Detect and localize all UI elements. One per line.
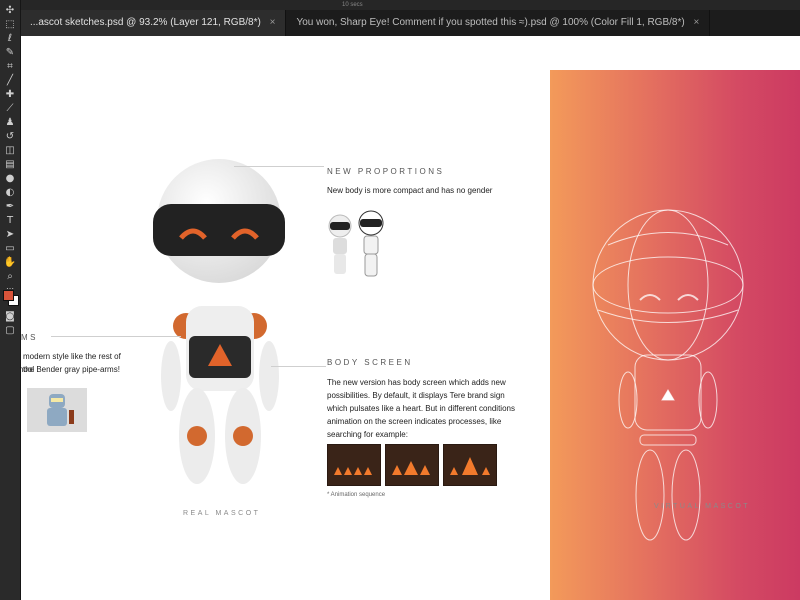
arms-text-line-2: hool Bender gray pipe-arms!: [21, 365, 120, 374]
tools-panel: ✣ ⬚ ℓ ✎ ⌗ ╱ ✚ ⟋ ♟ ↺ ◫ ▤ ● ◐ ✒ T ➤ ▭ ✋ ⌕ …: [0, 0, 21, 600]
gradient-icon[interactable]: ▤: [2, 158, 18, 171]
foreground-color-swatch[interactable]: [3, 290, 14, 301]
tab-mascot-sketches[interactable]: ...ascot sketches.psd @ 93.2% (Layer 121…: [20, 10, 287, 36]
shape-icon[interactable]: ▭: [2, 242, 18, 255]
quick-mask-icon[interactable]: ◙: [2, 310, 18, 323]
proportions-leader-line: [234, 166, 324, 167]
document-tabs: ...ascot sketches.psd @ 93.2% (Layer 121…: [20, 10, 800, 36]
marquee-icon[interactable]: ⬚: [2, 18, 18, 31]
crop-icon[interactable]: ⌗: [2, 60, 18, 73]
virtual-mascot-wireframe: [592, 209, 744, 541]
path-select-icon[interactable]: ➤: [2, 228, 18, 241]
tab-sharp-eye[interactable]: You won, Sharp Eye! Comment if you spott…: [286, 10, 711, 36]
healing-icon[interactable]: ✚: [2, 88, 18, 101]
move-icon[interactable]: ✣: [2, 4, 18, 17]
tab-label: You won, Sharp Eye! Comment if you spott…: [296, 17, 685, 28]
animation-frame-3: [443, 444, 497, 486]
real-mascot-illustration: [153, 159, 285, 484]
close-icon[interactable]: ×: [270, 17, 276, 28]
body-screen-heading: BODY SCREEN: [327, 358, 413, 367]
stamp-icon[interactable]: ♟: [2, 116, 18, 129]
quick-select-icon[interactable]: ✎: [2, 46, 18, 59]
arms-leader-line: [51, 336, 181, 337]
brush-icon[interactable]: ⟋: [2, 102, 18, 115]
close-icon[interactable]: ×: [693, 17, 699, 28]
proportions-heading: NEW PROPORTIONS: [327, 167, 445, 176]
screen-leader-line: [271, 366, 326, 367]
application-bar: 10 secs: [0, 0, 800, 10]
tab-label: ...ascot sketches.psd @ 93.2% (Layer 121…: [30, 17, 261, 28]
arms-heading: MS: [21, 333, 38, 342]
virtual-mascot-panel: [550, 70, 800, 600]
type-icon[interactable]: T: [2, 214, 18, 227]
virtual-mascot-caption: VIRTUAL MASCOT: [654, 503, 751, 510]
dodge-icon[interactable]: ◐: [2, 186, 18, 199]
document-canvas[interactable]: VIRTUAL MASCOT REAL MASCOT NEW PROPORTIO…: [21, 36, 800, 600]
bender-reference-image: [27, 388, 87, 432]
eraser-icon[interactable]: ◫: [2, 144, 18, 157]
animation-note: * Animation sequence: [327, 492, 386, 498]
body-screen-text: The new version has body screen which ad…: [327, 378, 515, 439]
real-mascot-caption: REAL MASCOT: [183, 510, 261, 517]
blur-icon[interactable]: ●: [2, 172, 18, 185]
eyedropper-icon[interactable]: ╱: [2, 74, 18, 87]
animation-frame-1: [327, 444, 381, 486]
hand-icon[interactable]: ✋: [2, 256, 18, 269]
proportions-comparison-thumbnail: [328, 210, 384, 277]
proportions-text: New body is more compact and has no gend…: [327, 186, 493, 195]
screen-mode-icon[interactable]: ▢: [2, 324, 18, 337]
top-menu-text: 10 secs: [342, 2, 363, 8]
pen-icon[interactable]: ✒: [2, 200, 18, 213]
animation-frame-2: [385, 444, 439, 486]
lasso-icon[interactable]: ℓ: [2, 32, 18, 45]
history-brush-icon[interactable]: ↺: [2, 130, 18, 143]
